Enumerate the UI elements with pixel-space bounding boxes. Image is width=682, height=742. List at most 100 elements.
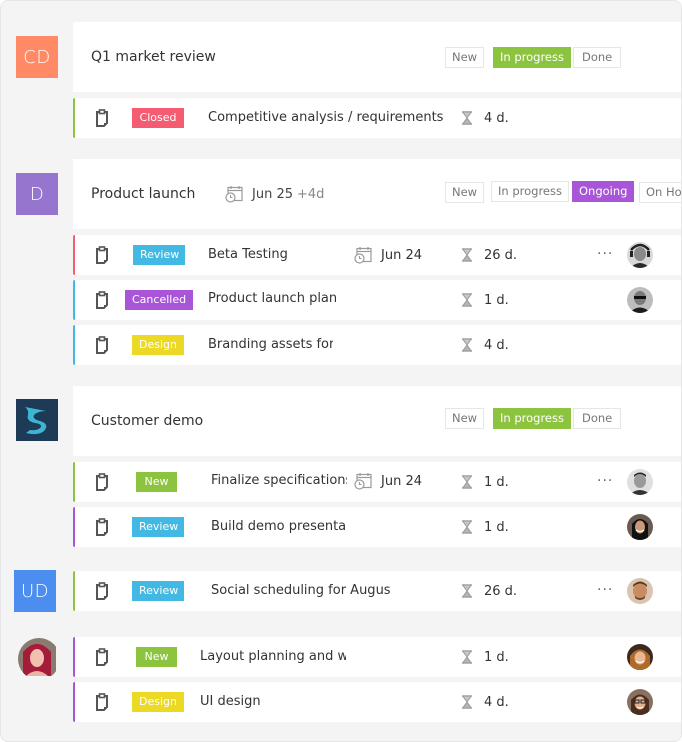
project-header[interactable]: Q1 market review New In progress Done <box>73 22 681 92</box>
due-date-value: Jun 25 <box>252 186 293 202</box>
assignee-avatar[interactable] <box>627 689 653 715</box>
task-name[interactable]: Competitive analysis / requirements <box>208 98 448 138</box>
task-name[interactable]: Branding assets for <box>208 325 333 365</box>
more-horizontal-icon[interactable]: ··· <box>597 235 613 275</box>
clipboard-icon <box>94 336 110 354</box>
task-status-badge[interactable]: Review <box>132 517 184 537</box>
assignee-avatar[interactable] <box>627 578 653 604</box>
assignee-avatar[interactable] <box>627 242 653 268</box>
due-date-value: Jun 24 <box>381 473 422 489</box>
hourglass-icon <box>461 650 473 664</box>
status-chip-on-hold[interactable]: On Hold <box>639 182 681 203</box>
clipboard-icon <box>94 582 110 600</box>
project-title[interactable]: Product launch <box>91 159 195 229</box>
task-row[interactable]: Design UI design 4 d. <box>73 682 681 722</box>
assignee-avatar[interactable] <box>627 514 653 540</box>
project-header[interactable]: Customer demo New In progress Done <box>73 386 681 456</box>
hourglass-icon <box>461 695 473 709</box>
assignee-avatar[interactable] <box>627 469 653 495</box>
status-chip-in-progress[interactable]: In progress <box>493 408 571 429</box>
avatar-initials: D <box>29 183 45 205</box>
task-due-date[interactable]: Jun 24 <box>354 462 422 500</box>
task-name[interactable]: Social scheduling for August <box>211 571 391 611</box>
hourglass-icon <box>461 293 473 307</box>
status-chip-in-progress[interactable]: In progress <box>493 47 571 68</box>
task-status-badge[interactable]: New <box>136 647 177 667</box>
task-row[interactable]: Design Branding assets for 4 d. <box>73 325 681 365</box>
project-owner-photo[interactable] <box>18 638 60 680</box>
task-duration: 1 d. <box>461 280 509 320</box>
status-chip-new[interactable]: New <box>445 182 485 203</box>
task-row[interactable]: New Finalize specifications Jun 24 1 d. … <box>73 462 681 502</box>
project-header[interactable]: Product launch Jun 25 +4d New In progres… <box>73 159 681 229</box>
task-row[interactable]: New Layout planning and wir 1 d. <box>73 637 681 677</box>
status-chip-in-progress[interactable]: In progress <box>491 181 569 202</box>
task-name[interactable]: Layout planning and wir <box>200 637 346 677</box>
hourglass-icon <box>461 111 473 125</box>
status-chip-new[interactable]: New <box>445 408 485 429</box>
avatar-initials: CD <box>23 46 51 68</box>
project-owner-logo[interactable]: S <box>16 399 58 441</box>
project-title[interactable]: Customer demo <box>91 386 203 456</box>
more-horizontal-icon[interactable]: ··· <box>597 462 613 502</box>
duration-value: 26 d. <box>484 247 518 263</box>
task-row[interactable]: Review Beta Testing Jun 24 26 d. ··· <box>73 235 681 275</box>
task-status-badge[interactable]: Closed <box>132 108 184 128</box>
status-chip-done[interactable]: Done <box>573 47 622 68</box>
assignee-avatar[interactable] <box>627 644 653 670</box>
task-duration: 4 d. <box>461 98 509 138</box>
duration-value: 1 d. <box>484 474 509 490</box>
task-status-badge[interactable]: Design <box>132 335 184 355</box>
task-row[interactable]: Cancelled Product launch plan 1 d. <box>73 280 681 320</box>
more-horizontal-icon[interactable]: ··· <box>597 571 613 611</box>
task-duration: 26 d. <box>461 571 517 611</box>
task-status-badge[interactable]: Cancelled <box>125 290 193 310</box>
task-status-badge[interactable]: Review <box>133 245 185 265</box>
task-name[interactable]: Finalize specifications <box>211 462 347 502</box>
task-duration: 1 d. <box>461 462 509 502</box>
task-row[interactable]: Closed Competitive analysis / requiremen… <box>73 98 681 138</box>
hourglass-icon <box>461 248 473 262</box>
duration-value: 1 d. <box>484 519 509 535</box>
hourglass-icon <box>461 584 473 598</box>
task-due-date[interactable]: Jun 24 <box>354 235 422 275</box>
hourglass-icon <box>461 475 473 489</box>
task-status-badge[interactable]: New <box>136 472 177 492</box>
project-title[interactable]: Q1 market review <box>91 22 216 92</box>
task-row[interactable]: Review Social scheduling for August 26 d… <box>73 571 681 611</box>
clipboard-icon <box>94 246 110 264</box>
task-status-badge[interactable]: Design <box>132 692 184 712</box>
hourglass-icon <box>461 520 473 534</box>
duration-value: 4 d. <box>484 110 509 126</box>
task-row[interactable]: Review Build demo presentati 1 d. <box>73 507 681 547</box>
project-owner-avatar[interactable]: UD <box>14 570 56 612</box>
task-duration: 26 d. <box>461 235 517 275</box>
task-duration: 1 d. <box>461 507 509 547</box>
status-chip-ongoing[interactable]: Ongoing <box>572 181 635 202</box>
duration-value: 1 d. <box>484 292 509 308</box>
clipboard-icon <box>94 693 110 711</box>
clipboard-icon <box>94 291 110 309</box>
status-chip-done[interactable]: Done <box>573 408 622 429</box>
duration-value: 4 d. <box>484 337 509 353</box>
due-date-value: Jun 24 <box>381 247 422 263</box>
due-date-extra: +4d <box>297 186 325 202</box>
assignee-avatar[interactable] <box>627 287 653 313</box>
project-due-date[interactable]: Jun 25 +4d <box>225 159 324 229</box>
avatar-initials: UD <box>20 580 50 602</box>
status-chip-new[interactable]: New <box>445 47 485 68</box>
task-name[interactable]: Product launch plan <box>208 280 338 320</box>
task-name[interactable]: UI design <box>200 682 340 722</box>
clipboard-icon <box>94 473 110 491</box>
task-duration: 4 d. <box>461 325 509 365</box>
task-name[interactable]: Build demo presentati <box>211 507 345 547</box>
clipboard-icon <box>94 109 110 127</box>
task-name[interactable]: Beta Testing <box>208 235 348 275</box>
task-status-badge[interactable]: Review <box>132 581 184 601</box>
project-owner-avatar[interactable]: CD <box>16 36 58 78</box>
calendar-clock-icon <box>354 472 372 490</box>
clipboard-icon <box>94 518 110 536</box>
project-owner-avatar[interactable]: D <box>16 173 58 215</box>
hourglass-icon <box>461 338 473 352</box>
calendar-clock-icon <box>354 246 372 264</box>
